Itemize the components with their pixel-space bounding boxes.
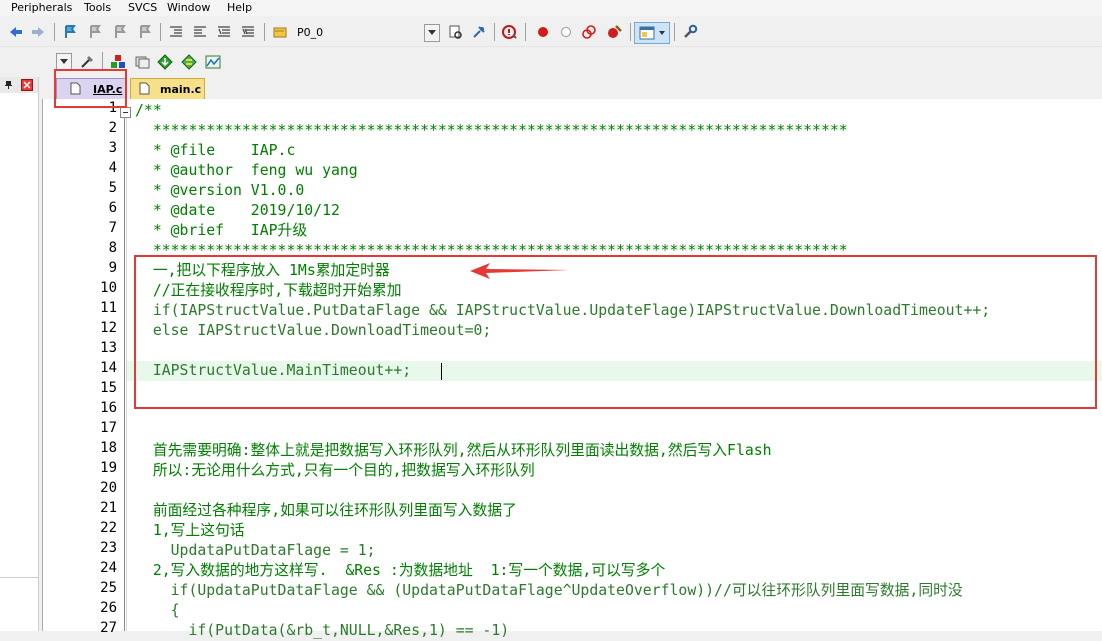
- menu-window[interactable]: Window: [167, 1, 210, 14]
- target-options-icon[interactable]: [79, 54, 95, 70]
- tab-label: main.c: [160, 83, 202, 96]
- comment-icon[interactable]: [216, 24, 232, 40]
- find-icon[interactable]: [447, 24, 463, 40]
- code-line: * @file IAP.c: [135, 142, 296, 159]
- separator: [630, 23, 631, 41]
- indent-icon[interactable]: [168, 24, 184, 40]
- bookmark-icon[interactable]: [62, 24, 78, 40]
- separator: [674, 23, 675, 41]
- select-packs-icon[interactable]: [134, 54, 150, 70]
- code-line: /**: [135, 102, 162, 119]
- window-icon: [639, 26, 655, 40]
- toolbar-build: [0, 47, 1102, 75]
- bookmark-clear-icon[interactable]: [137, 24, 153, 40]
- file-icon: [139, 82, 150, 95]
- breakpoint-icon[interactable]: [535, 24, 551, 40]
- code-line: 前面经过各种程序,如果可以往环形队列里面写入数据了: [135, 502, 517, 519]
- target-dropdown-button[interactable]: [424, 24, 440, 42]
- code-line: if(PutData(&rb_t,NULL,&Res,1) == -1): [135, 622, 510, 639]
- code-line: {: [135, 602, 180, 619]
- code-line: 2,写入数据的地方这样写. &Res :为数据地址 1:写一个数据,可以写多个: [135, 562, 666, 579]
- menu-peripherals[interactable]: Peripherals: [11, 1, 72, 14]
- menu-bar: Peripherals Tools SVCS Window Help: [0, 0, 1102, 16]
- manage-components-icon[interactable]: [110, 54, 126, 70]
- unindent-icon[interactable]: [192, 24, 208, 40]
- close-panel-button[interactable]: [21, 79, 33, 91]
- bookmark-next-icon[interactable]: [112, 24, 128, 40]
- code-line: * @version V1.0.0: [135, 182, 305, 199]
- event-recorder-icon[interactable]: [205, 54, 221, 70]
- separator: [525, 23, 526, 41]
- close-icon: [23, 81, 31, 89]
- separator: [264, 23, 265, 41]
- annotation-arrow-icon: [470, 263, 570, 279]
- code-line: ****************************************…: [135, 122, 848, 139]
- separator: [160, 23, 161, 41]
- panel-divider: [0, 577, 38, 578]
- code-line: 所以:无论用什么方式,只有一个目的,把数据写入环形队列: [135, 462, 535, 479]
- code-line: if(UpdataPutDataFlage && (UpdataPutDataF…: [135, 582, 963, 599]
- uncomment-icon[interactable]: [240, 24, 256, 40]
- incremental-find-icon[interactable]: [471, 24, 487, 40]
- pack-installer-icon[interactable]: [157, 54, 173, 70]
- wrench-icon[interactable]: [682, 24, 698, 40]
- disable-all-breakpoints-icon[interactable]: [581, 24, 597, 40]
- project-panel: [0, 77, 39, 631]
- breakpoint-disabled-icon[interactable]: [558, 24, 574, 40]
- project-panel-header: [0, 77, 38, 93]
- code-line: * @brief IAP升级: [135, 222, 308, 239]
- toolbar-main: P0_0: [0, 18, 1102, 47]
- separator: [102, 52, 103, 70]
- separator: [54, 23, 55, 41]
- window-layout-button[interactable]: [634, 22, 670, 44]
- code-line: * @author feng wu yang: [135, 162, 358, 179]
- menu-svcs[interactable]: SVCS: [128, 1, 157, 14]
- back-icon[interactable]: [8, 24, 24, 40]
- forward-icon[interactable]: [30, 24, 46, 40]
- separator: [494, 23, 495, 41]
- code-line: 首先需要明确:整体上就是把数据写入环形队列,然后从环形队列里面读出数据,然后写入…: [135, 442, 772, 459]
- find-in-files-icon[interactable]: [272, 24, 288, 40]
- kill-all-breakpoints-icon[interactable]: [606, 24, 622, 40]
- tab-main-c[interactable]: main.c: [130, 78, 205, 99]
- target-field-value[interactable]: P0_0: [297, 26, 323, 39]
- tab-highlight-box: [54, 69, 127, 108]
- menu-help[interactable]: Help: [227, 1, 252, 14]
- chevron-down-icon: [659, 31, 665, 35]
- chevron-down-icon: [60, 59, 68, 64]
- editor-tab-bar: IAP.c main.c: [42, 77, 1102, 100]
- code-line: * @date 2019/10/12: [135, 202, 340, 219]
- menu-tools[interactable]: Tools: [84, 1, 111, 14]
- pack-update-icon[interactable]: [181, 54, 197, 70]
- chevron-down-icon: [428, 30, 436, 35]
- pin-icon[interactable]: [4, 80, 13, 90]
- debug-session-icon[interactable]: [502, 24, 518, 40]
- code-line: 1,写上这句话: [135, 522, 245, 539]
- bookmark-prev-icon[interactable]: [87, 24, 103, 40]
- code-line: UpdataPutDataFlage = 1;: [135, 542, 376, 559]
- code-highlight-box: [134, 255, 1097, 409]
